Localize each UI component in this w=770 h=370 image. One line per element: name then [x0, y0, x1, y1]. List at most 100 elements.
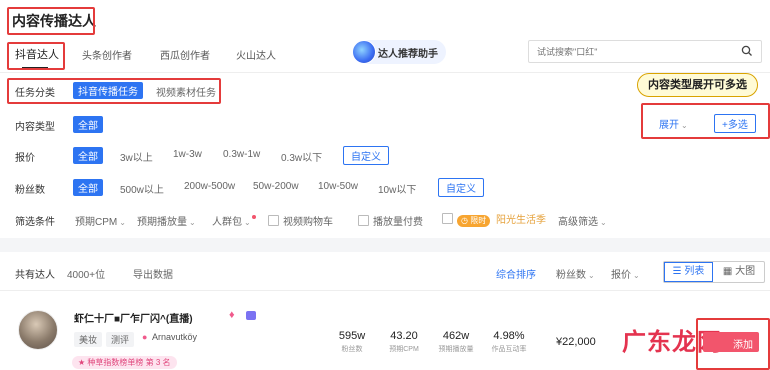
price-option-all[interactable]: 全部: [73, 147, 103, 164]
grid-icon: ▦: [722, 266, 733, 277]
price-custom-button[interactable]: 自定义: [343, 146, 389, 165]
stat-fans: 595w 粉丝数: [331, 330, 373, 354]
stat-engagement: 4.98% 作品互动率: [484, 330, 534, 354]
sort-fans-dropdown[interactable]: 粉丝数 ⌄: [556, 266, 595, 281]
price-option-03w-down[interactable]: 0.3w以下: [281, 149, 322, 164]
chevron-down-icon: ⌄: [189, 218, 196, 227]
multi-select-button[interactable]: +多选: [714, 114, 756, 133]
creator-rank: 种草指数榜单榜 第 3 名: [87, 358, 171, 367]
advanced-filter-dropdown[interactable]: 高级筛选 ⌄: [558, 213, 607, 228]
fans-option-all[interactable]: 全部: [73, 179, 103, 196]
assistant-icon: [352, 40, 376, 64]
results-label: 共有达人: [15, 270, 55, 281]
checkbox-icon: [442, 213, 453, 224]
creator-tag-review: 测评: [106, 332, 135, 347]
chevron-down-icon: ⌄: [244, 218, 251, 227]
search-input[interactable]: [535, 43, 729, 61]
price-option-03w-1w[interactable]: 0.3w-1w: [223, 149, 260, 160]
creator-rank-badge: ★ 种草指数榜单榜 第 3 名: [72, 356, 177, 369]
filter-promo-checkbox[interactable]: ◷ 限时 阳光生活季: [442, 211, 546, 227]
fans-option-200w-500w[interactable]: 200w-500w: [184, 181, 235, 192]
fans-option-50w-200w[interactable]: 50w-200w: [253, 181, 299, 192]
view-list-button[interactable]: ☰ 列表: [664, 262, 713, 282]
creator-tag-beauty: 美妆: [74, 332, 103, 347]
results-divider: [0, 290, 770, 291]
expand-button[interactable]: 展开 ⌄: [659, 116, 688, 131]
advanced-filter-label: 高级筛选: [558, 217, 598, 228]
sort-price-label: 报价: [611, 270, 631, 281]
stat-engagement-label: 作品互动率: [491, 346, 527, 353]
task-label: 任务分类: [15, 88, 55, 99]
price-option-3w-up[interactable]: 3w以上: [120, 149, 153, 164]
filter-cpm-label: 预期CPM: [75, 217, 118, 228]
stat-plays: 462w 预期播放量: [433, 330, 479, 354]
chevron-down-icon: ⌄: [633, 271, 640, 280]
sort-price-dropdown[interactable]: 报价 ⌄: [611, 266, 640, 281]
sort-composite[interactable]: 综合排序: [496, 266, 536, 281]
filter-audience-dropdown[interactable]: 人群包 ⌄: [212, 213, 256, 228]
section-divider: [0, 238, 770, 252]
filter-label: 筛选条件: [15, 217, 55, 228]
view-grid-button[interactable]: ▦ 大图: [714, 262, 764, 282]
callout-multi-select: 内容类型展开可多选: [637, 73, 758, 97]
creator-handle: Arnavutköy: [152, 332, 198, 342]
promo-badge: ◷ 限时: [457, 215, 491, 227]
price-option-1w-3w[interactable]: 1w-3w: [173, 149, 202, 160]
content-type-all[interactable]: 全部: [73, 116, 103, 133]
chevron-down-icon: ⌄: [600, 218, 607, 227]
task-option-douyin[interactable]: 抖音传播任务: [73, 82, 143, 99]
content-type-label: 内容类型: [15, 122, 55, 133]
live-icon: [246, 311, 256, 320]
checkbox-icon: [268, 215, 279, 226]
stat-engagement-value: 4.98%: [493, 330, 525, 342]
tab-toutiao[interactable]: 头条创作者: [82, 47, 132, 62]
clock-icon: ◷: [461, 216, 468, 225]
price-label: 报价: [15, 153, 35, 164]
filter-cart-checkbox[interactable]: 视频购物车: [268, 213, 333, 228]
fans-option-10w-50w[interactable]: 10w-50w: [318, 181, 358, 192]
filter-cart-label: 视频购物车: [283, 217, 333, 228]
expand-label: 展开: [659, 120, 679, 131]
search-box[interactable]: [528, 40, 762, 63]
stat-cpm-label: 预期CPM: [389, 346, 419, 353]
assistant-label: 达人推荐助手: [378, 49, 438, 60]
filter-audience-label: 人群包: [212, 217, 242, 228]
filter-paid-label: 播放量付费: [373, 217, 423, 228]
checkbox-icon: [358, 215, 369, 226]
creator-avatar[interactable]: [18, 310, 58, 350]
fans-option-500w-up[interactable]: 500w以上: [120, 181, 164, 196]
task-option-video[interactable]: 视频素材任务: [156, 84, 216, 99]
chevron-down-icon: ⌄: [588, 271, 595, 280]
stat-cpm: 43.20 预期CPM: [381, 330, 427, 354]
export-button[interactable]: 导出数据: [133, 266, 173, 281]
filter-plays-label: 预期播放量: [137, 217, 187, 228]
promo-text: 阳光生活季: [496, 215, 546, 226]
fans-option-10w-down[interactable]: 10w以下: [378, 181, 416, 196]
chevron-down-icon: ⌄: [681, 121, 688, 130]
search-icon[interactable]: [741, 45, 753, 57]
list-icon: ☰: [672, 266, 682, 277]
tab-douyin-highlight: [7, 42, 65, 70]
fans-custom-button[interactable]: 自定义: [438, 178, 484, 197]
diamond-icon: ♦: [229, 309, 235, 321]
view-grid-label: 大图: [735, 266, 756, 277]
creator-price: ¥22,000: [556, 336, 596, 348]
stat-fans-value: 595w: [338, 330, 366, 342]
add-button[interactable]: 添加: [703, 332, 759, 352]
sort-fans-label: 粉丝数: [556, 270, 586, 281]
filter-plays-dropdown[interactable]: 预期播放量 ⌄: [137, 213, 196, 228]
chevron-down-icon: ⌄: [119, 218, 126, 227]
stat-fans-label: 粉丝数: [341, 346, 363, 353]
stat-plays-value: 462w: [442, 330, 470, 342]
tab-huoshan[interactable]: 火山达人: [236, 47, 276, 62]
assistant-button[interactable]: 达人推荐助手: [352, 40, 446, 64]
filter-cpm-dropdown[interactable]: 预期CPM ⌄: [75, 213, 126, 228]
filter-paid-checkbox[interactable]: 播放量付费: [358, 213, 423, 228]
tab-xigua[interactable]: 西瓜创作者: [160, 47, 210, 62]
results-count: 4000+位: [67, 270, 106, 281]
new-dot-icon: [251, 215, 256, 219]
location-icon: ●: [142, 332, 148, 342]
promo-badge-label: 限时: [470, 216, 487, 225]
page-title-highlight: [7, 7, 95, 35]
creator-name[interactable]: 虾仁十厂■厂乍厂闪^(直播): [74, 310, 193, 325]
